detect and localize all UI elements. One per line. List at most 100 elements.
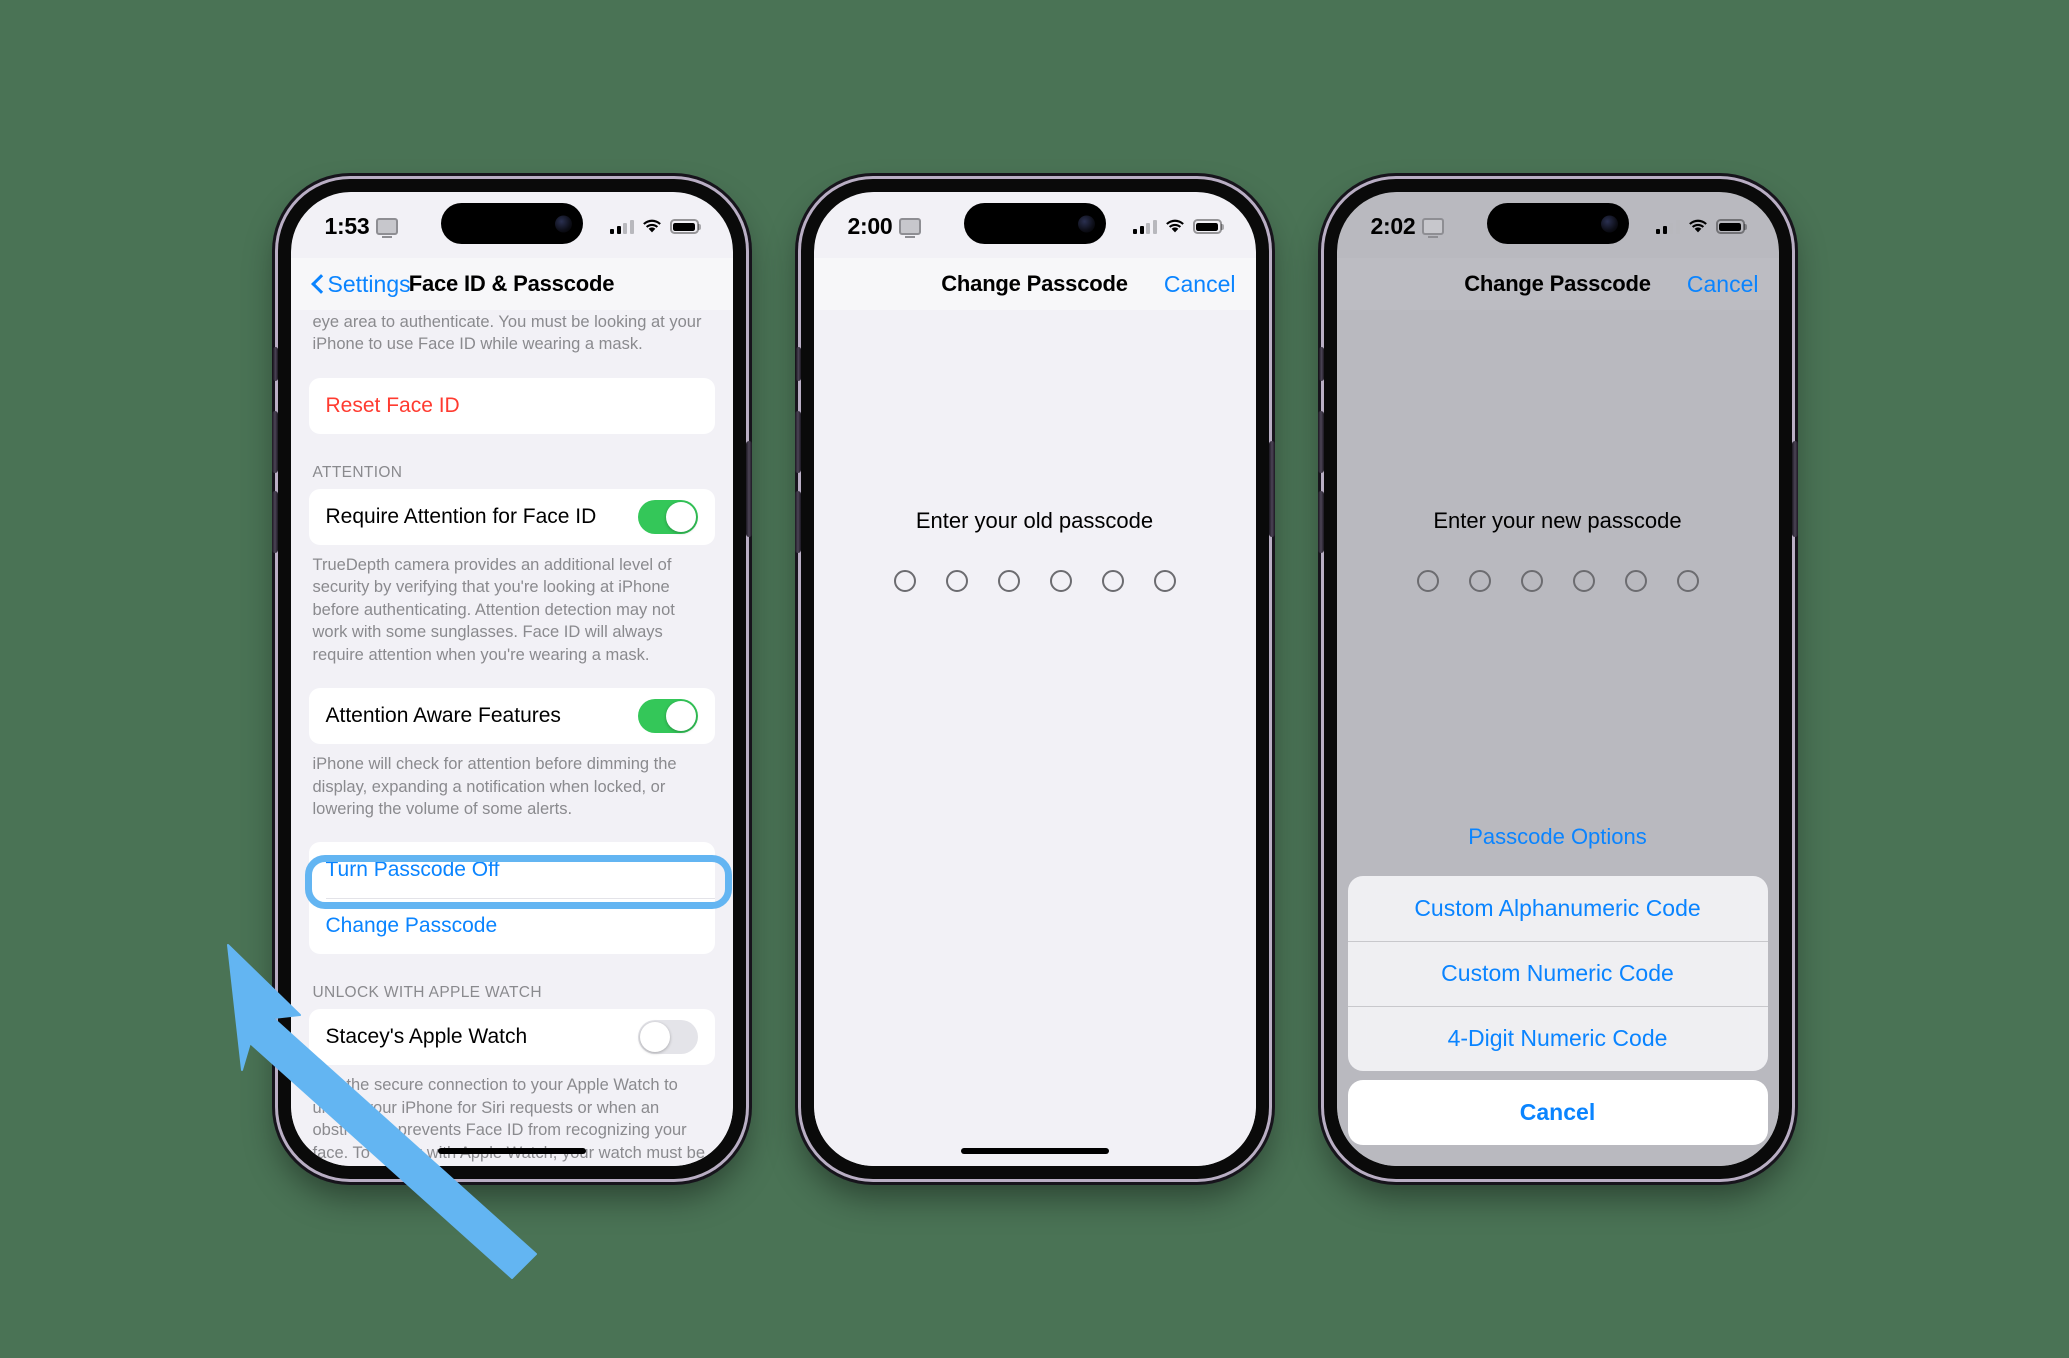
wifi-icon (642, 219, 662, 234)
status-left: 2:02 (1371, 213, 1445, 240)
action-sheet-cancel-button[interactable]: Cancel (1347, 1080, 1768, 1145)
row-reset-face-id[interactable]: Reset Face ID (309, 378, 715, 434)
status-bar: 1:53 (291, 192, 733, 258)
passcode-card: Turn Passcode Off Change Passcode (308, 842, 715, 955)
battery-icon (1192, 219, 1222, 234)
passcode-options-action-sheet: Custom Alphanumeric Code Custom Numeric … (1347, 876, 1768, 1145)
passcode-dot (945, 570, 968, 592)
section-header-apple-watch: UNLOCK WITH APPLE WATCH (312, 984, 542, 1002)
row-require-attention[interactable]: Require Attention for Face ID (309, 489, 715, 545)
cellular-signal-icon (1133, 219, 1157, 234)
cancel-button[interactable]: Cancel (1687, 271, 1759, 298)
cellular-signal-icon (610, 219, 634, 234)
passcode-dot (1520, 570, 1543, 592)
navigation-bar: Change Passcode Cancel (1336, 258, 1779, 310)
power-button[interactable] (745, 441, 752, 537)
settings-list[interactable]: eye area to authenticate. You must be lo… (290, 310, 733, 1166)
volume-down-button[interactable] (794, 491, 801, 553)
action-custom-numeric-code[interactable]: Custom Numeric Code (1347, 941, 1768, 1006)
screen-settings: 1:53 Settings Face ID & Passcode eye are… (290, 192, 733, 1166)
toggle-knob (665, 701, 696, 732)
row-apple-watch[interactable]: Stacey's Apple Watch (309, 1009, 715, 1065)
action-sheet-options: Custom Alphanumeric Code Custom Numeric … (1347, 876, 1768, 1071)
row-require-attention-label: Require Attention for Face ID (325, 504, 597, 528)
row-turn-passcode-off-label: Turn Passcode Off (325, 858, 500, 882)
home-indicator[interactable] (437, 1148, 586, 1154)
toggle-attention-aware[interactable] (637, 699, 698, 734)
volume-down-button[interactable] (1317, 491, 1324, 553)
status-time: 1:53 (324, 213, 370, 239)
front-camera-icon (1077, 215, 1095, 232)
volume-up-button[interactable] (271, 411, 278, 473)
row-reset-face-id-label: Reset Face ID (325, 393, 460, 417)
home-indicator[interactable] (960, 1148, 1109, 1154)
status-time: 2:00 (847, 213, 893, 239)
screen-new-passcode: 2:02 Change Passcode Cancel Enter your n… (1336, 192, 1779, 1166)
row-change-passcode-label: Change Passcode (325, 914, 498, 938)
row-turn-passcode-off[interactable]: Turn Passcode Off (309, 842, 715, 898)
passcode-prompt: Enter your old passcode (915, 508, 1154, 533)
silent-switch[interactable] (1318, 347, 1324, 381)
back-button[interactable]: Settings (311, 271, 411, 298)
status-bar: 2:00 (814, 192, 1256, 258)
volume-up-button[interactable] (1317, 411, 1324, 473)
passcode-dot (1676, 570, 1699, 592)
power-button[interactable] (1268, 441, 1275, 537)
status-left: 2:00 (848, 213, 922, 240)
screenshot-stage: 1:53 Settings Face ID & Passcode eye are… (0, 0, 2069, 1358)
battery-icon (1715, 219, 1745, 234)
status-time: 2:02 (1370, 213, 1416, 239)
action-custom-alphanumeric-code[interactable]: Custom Alphanumeric Code (1348, 876, 1768, 941)
back-button-label: Settings (327, 270, 411, 297)
reset-face-id-card: Reset Face ID (308, 377, 715, 434)
status-right (610, 219, 699, 234)
passcode-dot (997, 570, 1020, 592)
screen-mirroring-icon (1422, 218, 1445, 235)
passcode-options-button[interactable]: Passcode Options (1337, 824, 1779, 850)
attention-card-1: Require Attention for Face ID (308, 488, 715, 545)
silent-switch[interactable] (272, 347, 278, 381)
toggle-require-attention[interactable] (637, 499, 698, 534)
front-camera-icon (554, 215, 572, 232)
dynamic-island (963, 203, 1106, 244)
front-camera-icon (1600, 215, 1618, 232)
screen-mirroring-icon (899, 218, 922, 235)
row-attention-aware-label: Attention Aware Features (325, 704, 561, 728)
attention-aware-footnote: iPhone will check for attention before d… (312, 755, 677, 818)
attention-card-2: Attention Aware Features (308, 688, 715, 745)
passcode-dots[interactable] (1416, 570, 1699, 592)
dynamic-island (1486, 203, 1629, 244)
screen-old-passcode: 2:00 Change Passcode Cancel Enter your o… (813, 192, 1256, 1166)
phone-settings: 1:53 Settings Face ID & Passcode eye are… (271, 179, 752, 1179)
passcode-entry: Enter your old passcode (813, 310, 1256, 1166)
passcode-dot (1049, 570, 1072, 592)
passcode-dot (1153, 570, 1176, 592)
status-right (1133, 219, 1222, 234)
apple-watch-card: Stacey's Apple Watch (308, 1009, 715, 1066)
cancel-button[interactable]: Cancel (1164, 271, 1236, 298)
face-id-mask-footnote: eye area to authenticate. You must be lo… (312, 313, 702, 353)
power-button[interactable] (1791, 441, 1798, 537)
silent-switch[interactable] (795, 347, 801, 381)
navigation-bar: Change Passcode Cancel (813, 258, 1256, 310)
passcode-entry: Enter your new passcode Passcode Options (1336, 310, 1779, 1166)
passcode-dot (1468, 570, 1491, 592)
row-attention-aware[interactable]: Attention Aware Features (309, 688, 715, 744)
action-4-digit-numeric-code[interactable]: 4-Digit Numeric Code (1347, 1006, 1768, 1071)
passcode-dots[interactable] (893, 570, 1176, 592)
phone-old-passcode: 2:00 Change Passcode Cancel Enter your o… (794, 179, 1275, 1179)
volume-up-button[interactable] (794, 411, 801, 473)
screen-mirroring-icon (376, 218, 399, 235)
battery-icon (669, 219, 699, 234)
toggle-apple-watch[interactable] (637, 1020, 698, 1055)
passcode-dot (893, 570, 916, 592)
volume-down-button[interactable] (271, 491, 278, 553)
chevron-left-icon (311, 274, 323, 294)
wifi-icon (1688, 219, 1708, 234)
require-attention-footnote: TrueDepth camera provides an additional … (312, 555, 675, 664)
row-change-passcode[interactable]: Change Passcode (309, 898, 715, 954)
passcode-dot (1416, 570, 1439, 592)
section-header-attention: ATTENTION (312, 463, 403, 481)
cellular-signal-icon (1656, 219, 1680, 234)
row-apple-watch-label: Stacey's Apple Watch (325, 1025, 528, 1049)
